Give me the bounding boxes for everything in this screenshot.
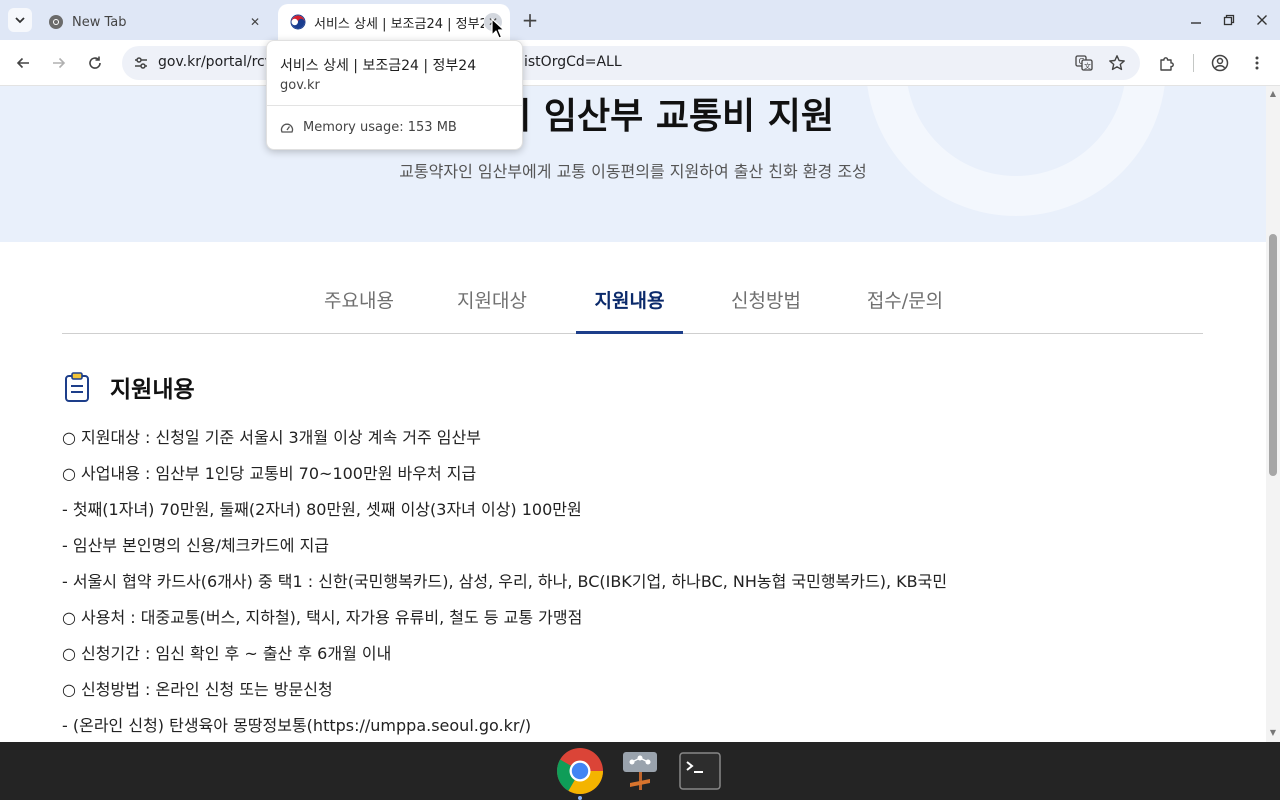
puzzle-icon <box>1160 57 1174 71</box>
list-item: ○ 사업내용 : 임산부 1인당 교통비 70~100만원 바우처 지급 <box>62 464 477 483</box>
mouse-cursor-icon <box>491 18 505 39</box>
gov24-icon <box>290 14 306 30</box>
restore-icon[interactable] <box>1217 8 1241 32</box>
scrollbar-thumb[interactable] <box>1269 234 1277 476</box>
chevron-down-icon <box>15 17 25 24</box>
tab-eligibility[interactable]: 지원대상 <box>452 286 532 334</box>
list-item: ○ 지원대상 : 신청일 기준 서울시 3개월 이상 계속 거주 임산부 <box>62 428 481 447</box>
scroll-up-icon[interactable]: ▲ <box>1269 90 1277 98</box>
scroll-down-icon[interactable]: ▼ <box>1269 729 1277 737</box>
hover-card-memory: Memory usage: 153 MB <box>280 120 457 135</box>
tab-contact[interactable]: 접수/문의 <box>860 286 950 334</box>
tab-title: New Tab <box>72 14 127 30</box>
minimize-icon[interactable] <box>1184 8 1208 32</box>
taskbar-terminal[interactable] <box>675 746 725 796</box>
page-viewport: 서울시 임산부 교통비 지원 교통약자인 임산부에게 교통 이동편의를 지원하여… <box>0 86 1266 742</box>
taskbar-network-tool[interactable] <box>615 746 665 796</box>
page-subtitle: 교통약자인 임산부에게 교통 이동편의를 지원하여 출산 친화 환경 조성 <box>399 162 867 181</box>
list-item: ○ 신청방법 : 온라인 신청 또는 방문신청 <box>62 680 333 699</box>
tab-main-content[interactable]: 주요내용 <box>314 286 404 334</box>
section-heading: 지원내용 <box>62 370 195 404</box>
arrow-right-icon <box>53 57 66 69</box>
close-window-icon[interactable] <box>1250 8 1274 32</box>
translate-icon[interactable]: G文 <box>1074 53 1094 73</box>
extensions-button[interactable] <box>1153 49 1181 77</box>
menu-button[interactable] <box>1243 49 1271 77</box>
more-vertical-icon <box>1255 56 1259 70</box>
list-item: ○ 사용처 : 대중교통(버스, 지하철), 택시, 자가용 유류비, 철도 등… <box>62 608 583 627</box>
hover-card-divider <box>267 105 522 106</box>
active-app-indicator <box>578 796 582 800</box>
list-item: ○ 신청기간 : 임신 확인 후 ~ 출산 후 6개월 이내 <box>62 644 392 663</box>
list-item: - (온라인 신청) 탄생육아 몽땅정보통(https://umppa.seou… <box>62 716 532 735</box>
terminal-icon <box>679 752 721 790</box>
hover-card-domain: gov.kr <box>280 78 320 93</box>
content-tabs: 주요내용 지원대상 지원내용 신청방법 접수/문의 <box>62 266 1203 334</box>
account-icon <box>1211 54 1229 72</box>
forward-button[interactable] <box>45 49 73 77</box>
tab-application-method[interactable]: 신청방법 <box>726 286 806 334</box>
page-scrollbar[interactable]: ▲ ▼ <box>1266 86 1280 742</box>
url-text-tail: istOrgCd=ALL <box>524 54 622 70</box>
list-item: - 첫째(1자녀) 70만원, 둘째(2자녀) 80만원, 셋째 이상(3자녀 … <box>62 500 582 519</box>
memory-usage-text: Memory usage: 153 MB <box>303 120 457 135</box>
clipboard-icon <box>65 372 89 402</box>
profile-button[interactable] <box>1206 49 1234 77</box>
tab-search-button[interactable] <box>8 8 32 32</box>
tab-title: 서비스 상세 | 보조금24 | 정부24 <box>314 16 484 32</box>
back-button[interactable] <box>9 49 37 77</box>
hover-card-title: 서비스 상세 | 보조금24 | 정부24 <box>280 58 477 74</box>
gauge-icon <box>280 123 294 133</box>
support-details-list: ○ 지원대상 : 신청일 기준 서울시 3개월 이상 계속 거주 임산부 ○ 사… <box>62 427 1212 742</box>
taskbar-chrome[interactable] <box>555 746 605 796</box>
page-hero: 서울시 임산부 교통비 지원 교통약자인 임산부에게 교통 이동편의를 지원하여… <box>0 86 1266 242</box>
section-title: 지원내용 <box>110 377 195 403</box>
reload-button[interactable] <box>81 49 109 77</box>
browser-tab-strip: New Tab ✕ 서비스 상세 | 보조금24 | 정부24 ✕ + <box>0 0 1280 40</box>
tab-new-tab[interactable]: New Tab ✕ <box>36 4 272 40</box>
tab-support-details[interactable]: 지원내용 <box>576 286 683 334</box>
url-text: gov.kr/portal/rcv <box>158 54 273 70</box>
list-item: - 임산부 본인명의 신용/체크카드에 지급 <box>62 536 330 555</box>
reload-icon <box>89 56 101 69</box>
chrome-icon <box>49 15 63 29</box>
network-tool-icon <box>623 752 657 790</box>
close-icon[interactable]: ✕ <box>246 13 264 31</box>
browser-toolbar: gov.kr/portal/rcv istOrgCd=ALL G文 <box>0 40 1280 86</box>
list-item: - 서울시 협약 카드사(6개사) 중 택1 : 신한(국민행복카드), 삼성,… <box>62 572 948 591</box>
site-settings-icon[interactable] <box>132 54 150 72</box>
new-tab-button[interactable]: + <box>518 8 542 32</box>
bookmark-star-icon[interactable] <box>1107 53 1127 73</box>
tab-hover-card: 서비스 상세 | 보조금24 | 정부24 gov.kr Memory usag… <box>266 40 523 150</box>
arrow-left-icon <box>16 57 29 69</box>
tab-service-detail[interactable]: 서비스 상세 | 보조금24 | 정부24 ✕ <box>278 4 510 40</box>
chrome-icon <box>557 748 603 794</box>
svg-text:文: 文 <box>1084 62 1091 71</box>
page-title: 서울시 임산부 교통비 지원 <box>432 96 834 137</box>
taskbar <box>0 742 1280 800</box>
toolbar-separator <box>1193 54 1194 72</box>
